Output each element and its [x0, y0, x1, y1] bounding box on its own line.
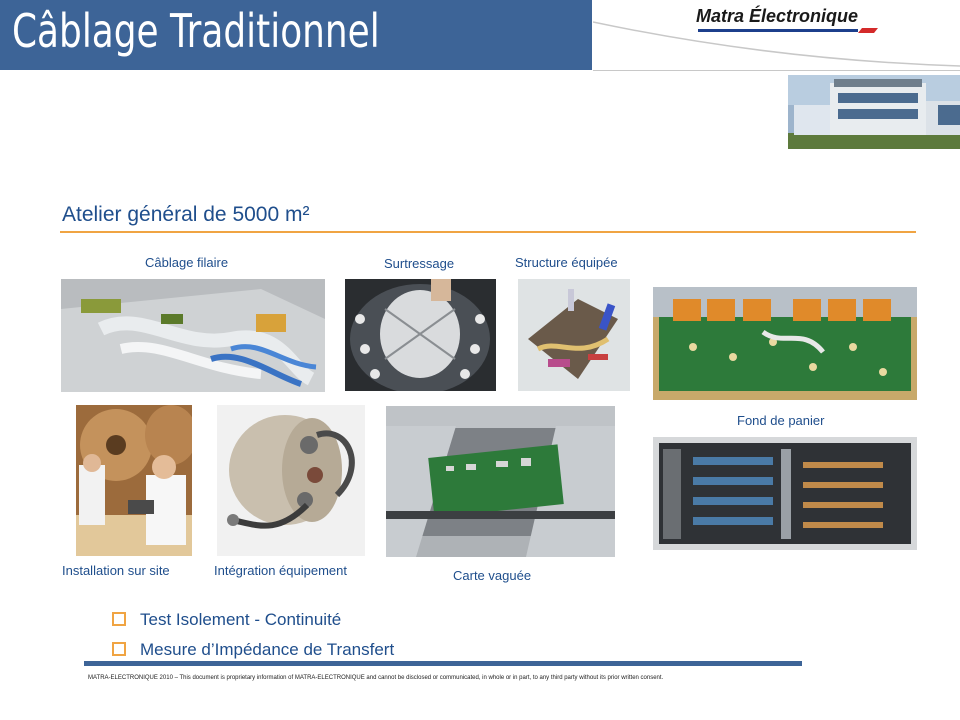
caption-carte-vaguee: Carte vaguée [453, 568, 532, 583]
footer-disclaimer: MATRA-ELECTRONIQUE 2010 – This document … [88, 675, 664, 681]
section-divider [60, 231, 916, 233]
building-photo [788, 75, 960, 149]
bullet-text: Test Isolement - Continuité [140, 610, 342, 629]
caption-installation-sur-site: Installation sur site [62, 563, 170, 578]
company-logo: Matra Électronique [696, 6, 859, 26]
photo-structure-equipee [518, 279, 630, 391]
bullet-item: Test Isolement - Continuité [112, 610, 341, 630]
section-title: Atelier général de 5000 m² [62, 203, 310, 226]
photo-integration-equipement [217, 405, 365, 556]
footer-divider [84, 661, 802, 666]
photo-carte-vaguee [386, 406, 615, 557]
bullet-checkbox-icon [112, 641, 126, 656]
caption-fond-de-panier: Fond de panier [737, 413, 825, 428]
photo-fond-de-panier-rack [653, 437, 917, 550]
bullet-item: Mesure d’Impédance de Transfert [112, 640, 394, 660]
photo-cablage-filaire [61, 279, 325, 392]
caption-cablage-filaire: Câblage filaire [145, 255, 229, 270]
bullet-text: Mesure d’Impédance de Transfert [140, 640, 395, 659]
photo-fond-de-panier [653, 287, 917, 400]
slide-title: Câblage Traditionnel [12, 4, 380, 58]
caption-integration-equipement: Intégration équipement [214, 563, 347, 578]
photo-surtressage [345, 279, 496, 391]
caption-surtressage: Surtressage [384, 256, 455, 271]
bullet-checkbox-icon [112, 611, 126, 626]
caption-structure-equipee: Structure équipée [515, 255, 618, 270]
photo-installation-sur-site [76, 405, 192, 556]
logo-underline [698, 28, 878, 33]
